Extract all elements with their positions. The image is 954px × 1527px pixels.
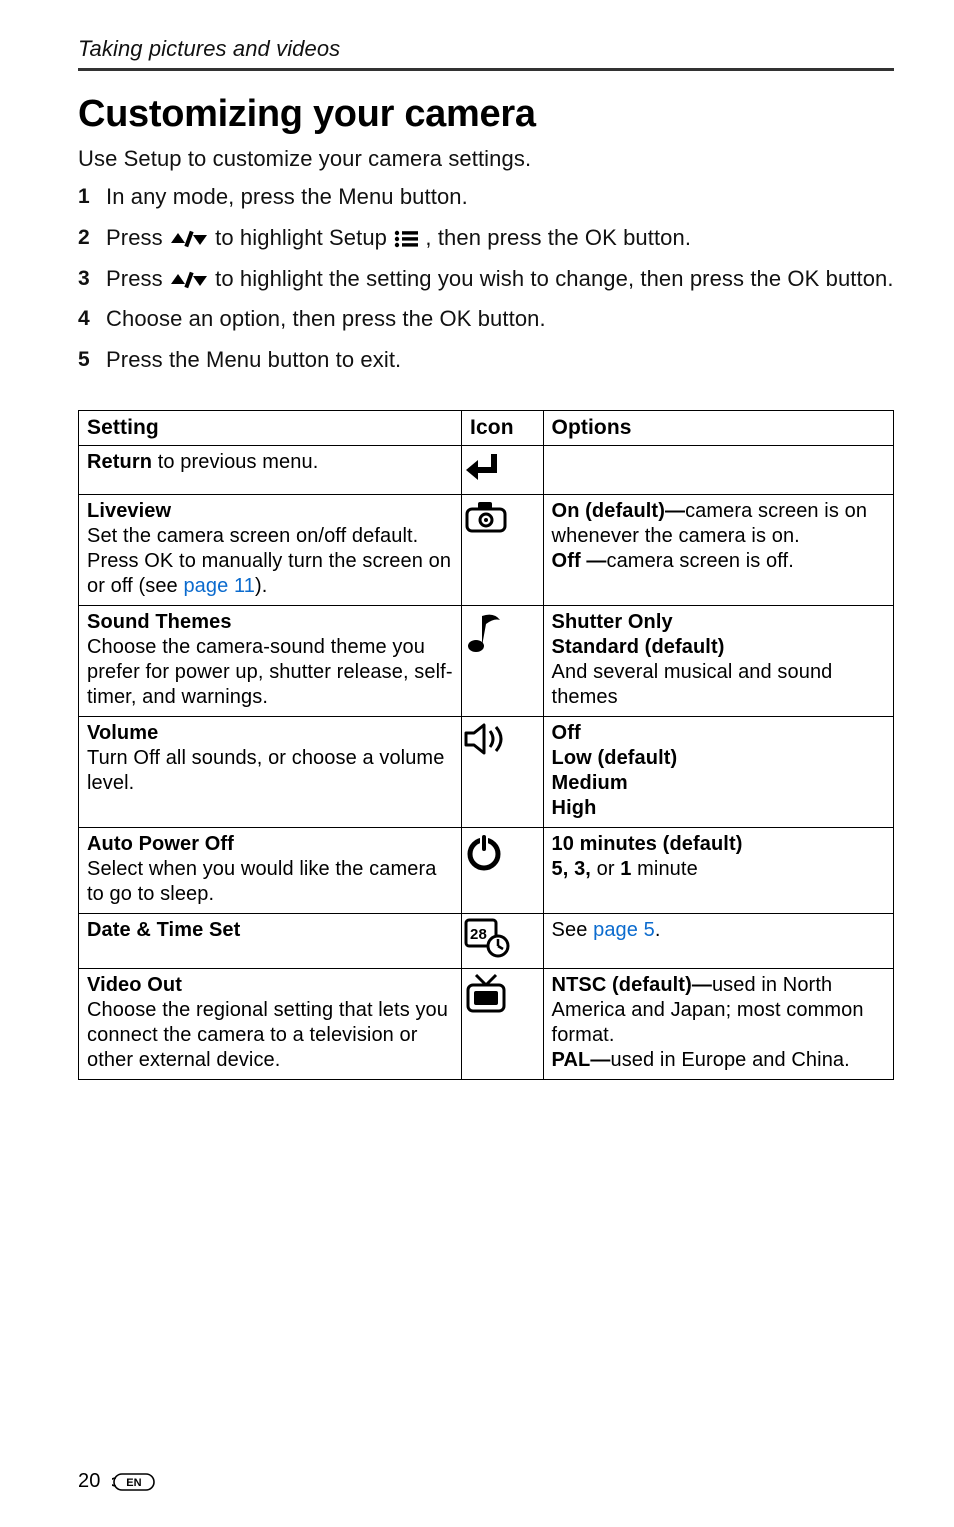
sound-opt-shutter: Shutter Only [552, 610, 885, 635]
speaker-icon [464, 721, 512, 757]
running-head: Taking pictures and videos [78, 36, 894, 62]
head-rule [78, 68, 894, 71]
setting-autopower-desc: Select when you would like the camera to… [87, 857, 453, 907]
autopower-opt-531a: 5, 3, [552, 858, 591, 880]
return-icon [464, 450, 500, 484]
page-footer: 20 EN [78, 1470, 156, 1493]
setting-liveview-desc1: Set the camera screen on/off default. Pr… [87, 525, 451, 597]
date-time-icon: 28 [464, 918, 510, 958]
lang-pill-icon: EN [112, 1472, 156, 1492]
setting-return-rest: to previous menu. [152, 451, 318, 473]
setting-sound-desc: Choose the camera-sound theme you prefer… [87, 635, 453, 710]
sound-opt-other: And several musical and sound themes [552, 660, 885, 710]
setting-videoout-name: Video Out [87, 973, 453, 998]
sound-opt-standard: Standard (default) [552, 635, 885, 660]
table-row: Date & Time Set 28 See page 5. [79, 914, 894, 969]
page-title: Customizing your camera [78, 93, 894, 136]
intro-text: Use Setup to customize your camera setti… [78, 146, 894, 172]
table-row: Auto Power Off Select when you would lik… [79, 828, 894, 914]
liveview-opt-off-text: camera screen is off. [606, 550, 793, 572]
table-row: Video Out Choose the regional setting th… [79, 969, 894, 1080]
lang-text: EN [127, 1477, 142, 1489]
datetime-link[interactable]: page 5 [593, 919, 655, 941]
col-header-options: Options [543, 410, 893, 445]
setting-sound-name: Sound Themes [87, 610, 453, 635]
videoout-ntsc: NTSC (default)— [552, 974, 712, 996]
setting-autopower-name: Auto Power Off [87, 832, 453, 857]
step-5: Press the Menu button to exit. [78, 345, 894, 376]
setting-return-name: Return [87, 451, 152, 473]
setting-datetime-name: Date & Time Set [87, 919, 240, 941]
steps-list: In any mode, press the Menu button. Pres… [78, 182, 894, 376]
autopower-opt-10: 10 minutes (default) [552, 832, 885, 857]
table-row: Return to previous menu. [79, 446, 894, 495]
col-header-icon: Icon [462, 410, 544, 445]
setting-volume-desc: Turn Off all sounds, or choose a volume … [87, 746, 453, 796]
liveview-opt-on: On (default)— [552, 500, 686, 522]
volume-opt-off: Off [552, 721, 885, 746]
volume-opt-low: Low (default) [552, 746, 885, 771]
step-1: In any mode, press the Menu button. [78, 182, 894, 213]
videoout-pal-text: used in Europe and China. [610, 1049, 849, 1071]
step-3-pre: Press [106, 266, 169, 291]
step-2-mid: to highlight Setup [215, 225, 393, 250]
svg-text:28: 28 [470, 926, 487, 943]
setting-volume-name: Volume [87, 721, 453, 746]
datetime-opt-post: . [655, 919, 661, 941]
liveview-link[interactable]: page 11 [183, 575, 255, 597]
up-down-arrows-icon [169, 229, 209, 249]
camera-icon [464, 499, 508, 535]
setting-videoout-desc: Choose the regional setting that lets yo… [87, 998, 453, 1073]
videoout-pal: PAL— [552, 1049, 611, 1071]
step-3: Press to highlight the setting you wish … [78, 264, 894, 295]
volume-opt-high: High [552, 796, 885, 821]
datetime-opt-pre: See [552, 919, 594, 941]
step-2-pre: Press [106, 225, 169, 250]
table-row: Volume Turn Off all sounds, or choose a … [79, 717, 894, 828]
step-2: Press to highlight Setup , then press th… [78, 223, 894, 254]
table-header-row: Setting Icon Options [79, 410, 894, 445]
page-number: 20 [78, 1470, 100, 1493]
col-header-setting: Setting [79, 410, 462, 445]
autopower-opt-531d: minute [632, 858, 698, 880]
step-4: Choose an option, then press the OK butt… [78, 304, 894, 335]
step-2-post: , then press the OK button. [425, 225, 691, 250]
setup-menu-icon [393, 229, 419, 249]
tv-icon [464, 973, 508, 1013]
liveview-opt-off: Off — [552, 550, 607, 572]
music-note-icon [464, 610, 504, 654]
step-3-post: to highlight the setting you wish to cha… [215, 266, 893, 291]
up-down-arrows-icon [169, 270, 209, 290]
autopower-opt-531c: 1 [620, 858, 631, 880]
autopower-opt-531b: or [591, 858, 620, 880]
table-row: Liveview Set the camera screen on/off de… [79, 495, 894, 606]
settings-table: Setting Icon Options Return to previous … [78, 410, 894, 1080]
setting-liveview-name: Liveview [87, 499, 453, 524]
table-row: Sound Themes Choose the camera-sound the… [79, 606, 894, 717]
power-icon [464, 832, 504, 872]
setting-liveview-desc2: ). [255, 575, 267, 597]
volume-opt-medium: Medium [552, 771, 885, 796]
